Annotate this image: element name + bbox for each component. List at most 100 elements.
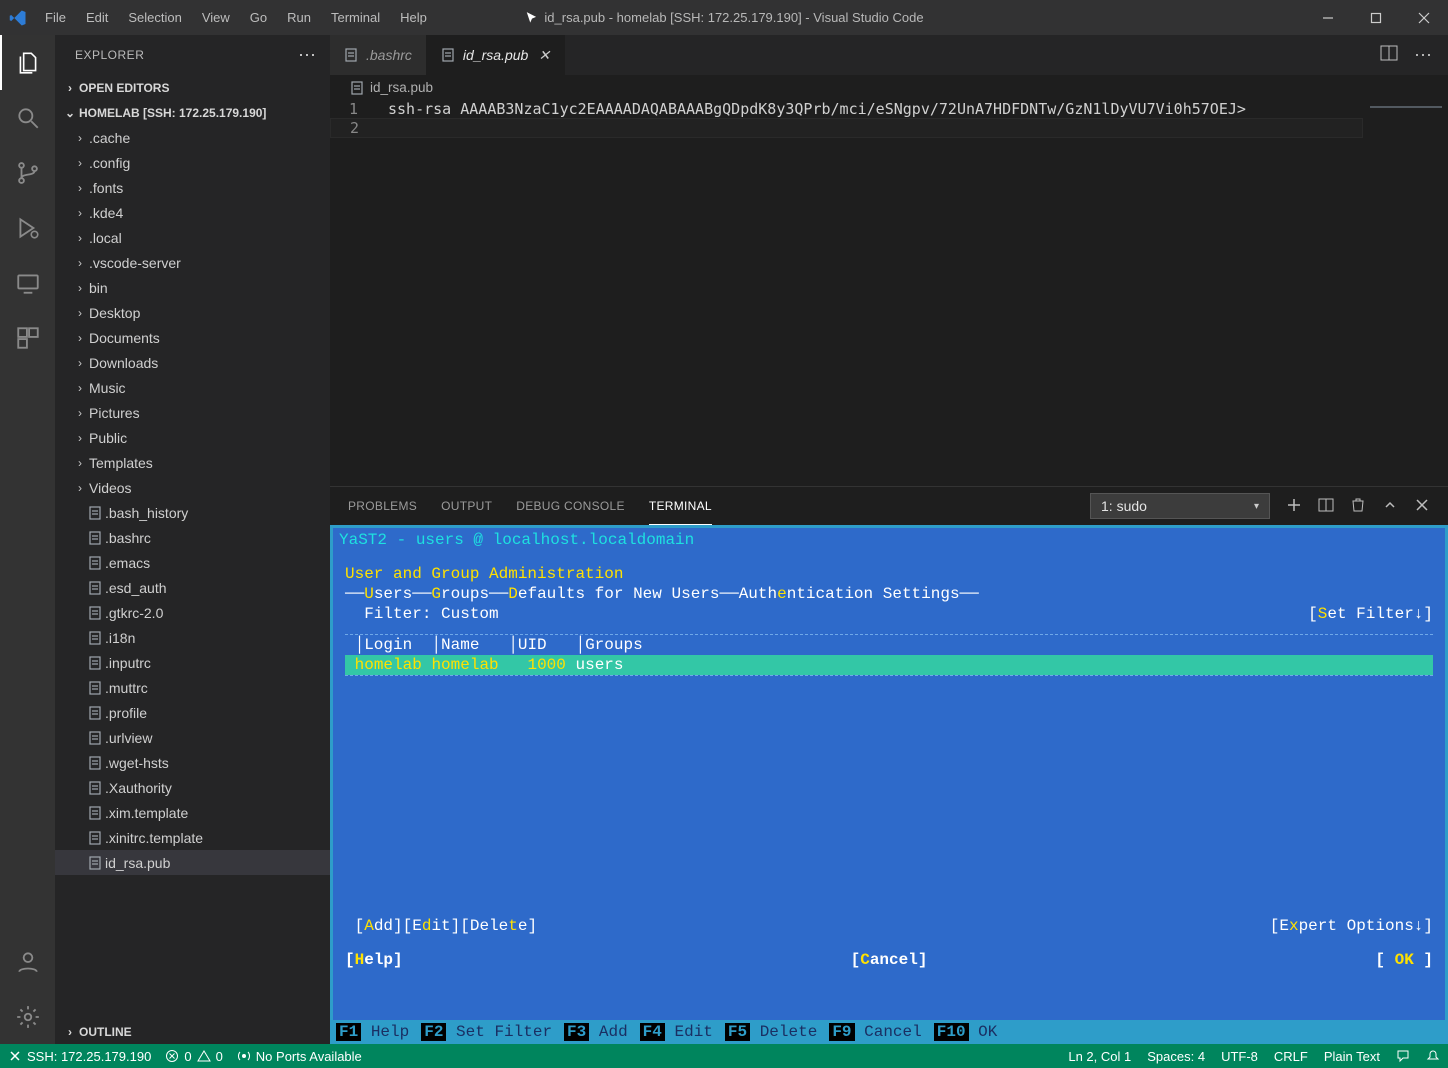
section-workspace[interactable]: ⌄HOMELAB [SSH: 172.25.179.190] (55, 100, 330, 125)
fkey-f4[interactable]: F4 Edit (640, 1022, 713, 1042)
fkey-f9[interactable]: F9 Cancel (829, 1022, 921, 1042)
close-tab-icon[interactable]: ✕ (538, 47, 550, 64)
folder-config[interactable]: ›.config (55, 150, 330, 175)
more-actions-icon[interactable]: ⋯ (1414, 45, 1434, 66)
file-ximtemplate[interactable]: .xim.template (55, 800, 330, 825)
file-gtkrc20[interactable]: .gtkrc-2.0 (55, 600, 330, 625)
tab-bashrc[interactable]: .bashrc (330, 35, 427, 75)
table-row-selected[interactable]: homelab homelab 1000 users (345, 655, 1433, 675)
close-panel-icon[interactable] (1414, 497, 1430, 516)
folder-Downloads[interactable]: ›Downloads (55, 350, 330, 375)
folder-bin[interactable]: ›bin (55, 275, 330, 300)
folder-Music[interactable]: ›Music (55, 375, 330, 400)
activity-search[interactable] (0, 90, 55, 145)
folder-Public[interactable]: ›Public (55, 425, 330, 450)
file-urlview[interactable]: .urlview (55, 725, 330, 750)
status-cursor[interactable]: Ln 2, Col 1 (1068, 1049, 1131, 1064)
file-inputrc[interactable]: .inputrc (55, 650, 330, 675)
yast-tabs[interactable]: ──Users──Groups──Defaults for New Users─… (345, 584, 1433, 604)
file-Xauthority[interactable]: .Xauthority (55, 775, 330, 800)
file-bashrc[interactable]: .bashrc (55, 525, 330, 550)
file-esd_auth[interactable]: .esd_auth (55, 575, 330, 600)
folder-vscodeserver[interactable]: ›.vscode-server (55, 250, 330, 275)
panel-tab-terminal[interactable]: TERMINAL (649, 487, 712, 525)
menu-terminal[interactable]: Terminal (321, 0, 390, 35)
status-language[interactable]: Plain Text (1324, 1049, 1380, 1064)
yast-ok-button[interactable]: [ OK ] (1375, 950, 1433, 970)
yast-user-table[interactable]: │Login │Name │UID │Groups homelab homela… (345, 634, 1433, 676)
code-editor[interactable]: 1 ssh-rsa AAAAB3NzaC1yc2EAAAADAQABAAABgQ… (330, 100, 1363, 486)
file-id_rsapub[interactable]: id_rsa.pub (55, 850, 330, 875)
terminal[interactable]: YaST2 - users @ localhost.localdomain Us… (330, 525, 1448, 1044)
panel-tab-output[interactable]: OUTPUT (441, 487, 492, 525)
yast-help-button[interactable]: [Help] (345, 950, 403, 970)
activity-extensions[interactable] (0, 310, 55, 365)
folder-cache[interactable]: ›.cache (55, 125, 330, 150)
status-notifications-icon[interactable] (1426, 1049, 1440, 1064)
maximize-button[interactable] (1352, 0, 1400, 35)
fkey-f1[interactable]: F1 Help (336, 1022, 409, 1042)
activity-run[interactable] (0, 200, 55, 255)
file-wgethsts[interactable]: .wget-hsts (55, 750, 330, 775)
yast-expert-options[interactable]: [Expert Options↓] (1270, 916, 1433, 936)
new-terminal-icon[interactable] (1286, 497, 1302, 516)
terminal-picker[interactable]: 1: sudo▾ (1090, 493, 1270, 519)
breadcrumbs[interactable]: id_rsa.pub (330, 75, 1448, 100)
menu-go[interactable]: Go (240, 0, 277, 35)
minimap[interactable] (1363, 100, 1448, 486)
file-xinitrctemplate[interactable]: .xinitrc.template (55, 825, 330, 850)
menu-edit[interactable]: Edit (76, 0, 118, 35)
folder-Templates[interactable]: ›Templates (55, 450, 330, 475)
menu-view[interactable]: View (192, 0, 240, 35)
activity-accounts[interactable] (0, 934, 55, 989)
split-terminal-icon[interactable] (1318, 497, 1334, 516)
file-muttrc[interactable]: .muttrc (55, 675, 330, 700)
activity-scm[interactable] (0, 145, 55, 200)
file-emacs[interactable]: .emacs (55, 550, 330, 575)
menu-file[interactable]: File (35, 0, 76, 35)
minimize-button[interactable] (1304, 0, 1352, 35)
activity-remote[interactable] (0, 255, 55, 310)
file-bash_history[interactable]: .bash_history (55, 500, 330, 525)
folder-Desktop[interactable]: ›Desktop (55, 300, 330, 325)
yast-cancel-button[interactable]: [Cancel] (851, 950, 928, 970)
close-button[interactable] (1400, 0, 1448, 35)
folder-Pictures[interactable]: ›Pictures (55, 400, 330, 425)
maximize-panel-icon[interactable] (1382, 497, 1398, 516)
menu-selection[interactable]: Selection (118, 0, 191, 35)
folder-local[interactable]: ›.local (55, 225, 330, 250)
more-actions-icon[interactable]: ⋯ (298, 45, 318, 66)
activity-settings[interactable] (0, 989, 55, 1044)
status-feedback-icon[interactable] (1396, 1049, 1410, 1064)
status-remote[interactable]: SSH: 172.25.179.190 (8, 1049, 151, 1064)
split-editor-icon[interactable] (1380, 44, 1398, 67)
menu-run[interactable]: Run (277, 0, 321, 35)
menu-help[interactable]: Help (390, 0, 437, 35)
status-ports[interactable]: No Ports Available (237, 1049, 362, 1064)
status-spaces[interactable]: Spaces: 4 (1147, 1049, 1205, 1064)
status-bar: SSH: 172.25.179.190 0 0 No Ports Availab… (0, 1044, 1448, 1068)
file-profile[interactable]: .profile (55, 700, 330, 725)
kill-terminal-icon[interactable] (1350, 497, 1366, 516)
chevron-right-icon: › (71, 381, 89, 395)
folder-kde4[interactable]: ›.kde4 (55, 200, 330, 225)
fkey-f10[interactable]: F10 OK (934, 1022, 998, 1042)
panel-tab-problems[interactable]: PROBLEMS (348, 487, 417, 525)
file-tree[interactable]: ›.cache›.config›.fonts›.kde4›.local›.vsc… (55, 125, 330, 1019)
status-problems[interactable]: 0 0 (165, 1049, 222, 1064)
folder-Videos[interactable]: ›Videos (55, 475, 330, 500)
fkey-f5[interactable]: F5 Delete (725, 1022, 817, 1042)
folder-Documents[interactable]: ›Documents (55, 325, 330, 350)
status-encoding[interactable]: UTF-8 (1221, 1049, 1258, 1064)
yast-set-filter[interactable]: [Set Filter↓] (1308, 604, 1433, 624)
tab-id-rsa-pub[interactable]: id_rsa.pub ✕ (427, 35, 565, 75)
panel-tab-debug-console[interactable]: DEBUG CONSOLE (516, 487, 625, 525)
fkey-f3[interactable]: F3 Add (564, 1022, 628, 1042)
section-outline[interactable]: ›OUTLINE (55, 1019, 330, 1044)
fkey-f2[interactable]: F2 Set Filter (421, 1022, 552, 1042)
folder-fonts[interactable]: ›.fonts (55, 175, 330, 200)
section-open-editors[interactable]: ›OPEN EDITORS (55, 75, 330, 100)
status-eol[interactable]: CRLF (1274, 1049, 1308, 1064)
file-i18n[interactable]: .i18n (55, 625, 330, 650)
activity-explorer[interactable] (0, 35, 55, 90)
